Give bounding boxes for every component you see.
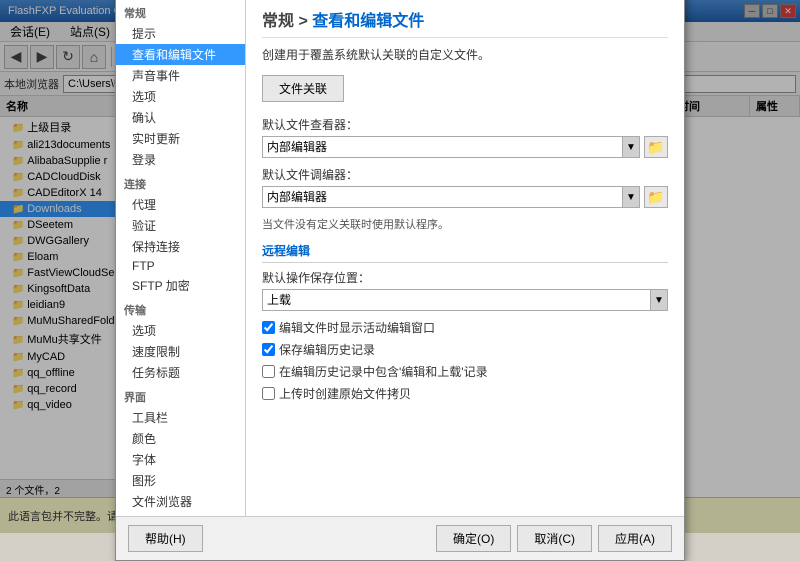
nav-item-transfer-options[interactable]: 选项 <box>116 320 245 341</box>
dialog-footer-right: 确定(O) 取消(C) 应用(A) <box>436 525 672 552</box>
checkbox-create-copy[interactable] <box>262 387 275 400</box>
no-assoc-note: 当文件没有定义关联时使用默认程序。 <box>262 216 668 232</box>
nav-item-ftp[interactable]: FTP <box>116 257 245 275</box>
nav-item-realtime[interactable]: 实时更新 <box>116 128 245 149</box>
nav-section-ui: 界面 <box>116 387 245 407</box>
nav-item-options[interactable]: 选项 <box>116 86 245 107</box>
ok-button[interactable]: 确定(O) <box>436 525 511 552</box>
checkbox-row-3: 在编辑历史记录中包含'编辑和上载'记录 <box>262 363 668 380</box>
content-title: 常规 > 查看和编辑文件 <box>262 7 668 38</box>
default-save-row: 默认操作保存位置： 上载 ▼ <box>262 269 668 311</box>
dialog-nav: 常规 提示 查看和编辑文件 声音事件 选项 确认 实时更新 登录 连接 代理 验… <box>116 0 246 516</box>
breadcrumb-part1: 常规 <box>262 13 294 30</box>
default-viewer-select-wrapper: 内部编辑器 ▼ <box>262 136 640 158</box>
apply-button[interactable]: 应用(A) <box>598 525 672 552</box>
nav-item-file-browser[interactable]: 文件浏览器 <box>116 491 245 512</box>
cancel-button[interactable]: 取消(C) <box>517 525 592 552</box>
nav-item-view-edit[interactable]: 查看和编辑文件 <box>116 44 245 65</box>
default-editor-row: 默认文件调编器： 内部编辑器 ▼ 📁 <box>262 166 668 208</box>
default-viewer-label: 默认文件查看器： <box>262 116 668 133</box>
nav-item-toolbar[interactable]: 工具栏 <box>116 407 245 428</box>
checkbox-save-history[interactable] <box>262 343 275 356</box>
nav-item-login[interactable]: 登录 <box>116 149 245 170</box>
nav-item-graphics[interactable]: 图形 <box>116 470 245 491</box>
dialog-body: 常规 提示 查看和编辑文件 声音事件 选项 确认 实时更新 登录 连接 代理 验… <box>116 0 684 516</box>
content-description: 创建用于覆盖系统默认关联的自定义文件。 <box>262 46 668 63</box>
checkbox-save-history-label: 保存编辑历史记录 <box>279 341 375 358</box>
default-save-label: 默认操作保存位置： <box>262 269 668 286</box>
default-editor-select[interactable]: 内部编辑器 <box>262 186 640 208</box>
checkbox-include-edit-upload-label: 在编辑历史记录中包含'编辑和上载'记录 <box>279 363 488 380</box>
checkbox-show-editor-label: 编辑文件时显示活动编辑窗口 <box>279 319 435 336</box>
nav-section-connection: 连接 <box>116 174 245 194</box>
default-save-controls: 上载 ▼ <box>262 289 668 311</box>
help-button[interactable]: 帮助(H) <box>128 525 203 552</box>
nav-item-proxy[interactable]: 代理 <box>116 194 245 215</box>
breadcrumb-arrow: > <box>298 13 312 30</box>
dialog-footer-left: 帮助(H) <box>128 525 203 552</box>
default-viewer-select[interactable]: 内部编辑器 <box>262 136 640 158</box>
default-save-select[interactable]: 上载 <box>262 289 668 311</box>
preferences-dialog: 参数选择 × 常规 提示 查看和编辑文件 声音事件 选项 确认 实时更新 登录 … <box>115 0 685 561</box>
nav-item-font[interactable]: 字体 <box>116 449 245 470</box>
editor-browse-button[interactable]: 📁 <box>644 186 668 208</box>
default-editor-select-wrapper: 内部编辑器 ▼ <box>262 186 640 208</box>
nav-item-speed-limit[interactable]: 速度限制 <box>116 341 245 362</box>
dialog-footer: 帮助(H) 确定(O) 取消(C) 应用(A) <box>116 516 684 560</box>
checkbox-include-edit-upload[interactable] <box>262 365 275 378</box>
nav-item-keepalive[interactable]: 保持连接 <box>116 236 245 257</box>
breadcrumb-part2: 查看和编辑文件 <box>312 13 424 30</box>
nav-item-sftp[interactable]: SFTP 加密 <box>116 275 245 296</box>
nav-section-general: 常规 <box>116 3 245 23</box>
checkbox-create-copy-label: 上传时创建原始文件拷贝 <box>279 385 411 402</box>
checkbox-row-2: 保存编辑历史记录 <box>262 341 668 358</box>
default-editor-controls: 内部编辑器 ▼ 📁 <box>262 186 668 208</box>
nav-item-color[interactable]: 颜色 <box>116 428 245 449</box>
default-save-select-wrapper: 上载 ▼ <box>262 289 668 311</box>
default-viewer-controls: 内部编辑器 ▼ 📁 <box>262 136 668 158</box>
app-window: FlashFXP Evaluation Copy ─ □ ✕ 会话(E) 站点(… <box>0 0 800 533</box>
nav-item-task-title[interactable]: 任务标题 <box>116 362 245 383</box>
nav-item-confirm[interactable]: 确认 <box>116 107 245 128</box>
nav-section-transfer: 传输 <box>116 300 245 320</box>
checkbox-row-1: 编辑文件时显示活动编辑窗口 <box>262 319 668 336</box>
remote-section-title: 远程编辑 <box>262 242 668 263</box>
nav-item-verify[interactable]: 验证 <box>116 215 245 236</box>
default-editor-label: 默认文件调编器： <box>262 166 668 183</box>
checkbox-row-4: 上传时创建原始文件拷贝 <box>262 385 668 402</box>
dialog-content: 常规 > 查看和编辑文件 创建用于覆盖系统默认关联的自定义文件。 文件关联 默认… <box>246 0 684 516</box>
file-assoc-button[interactable]: 文件关联 <box>262 75 344 102</box>
nav-item-tips[interactable]: 提示 <box>116 23 245 44</box>
default-viewer-row: 默认文件查看器： 内部编辑器 ▼ 📁 <box>262 116 668 158</box>
modal-overlay: 参数选择 × 常规 提示 查看和编辑文件 声音事件 选项 确认 实时更新 登录 … <box>0 0 800 533</box>
viewer-browse-button[interactable]: 📁 <box>644 136 668 158</box>
checkbox-show-editor[interactable] <box>262 321 275 334</box>
nav-item-sound[interactable]: 声音事件 <box>116 65 245 86</box>
